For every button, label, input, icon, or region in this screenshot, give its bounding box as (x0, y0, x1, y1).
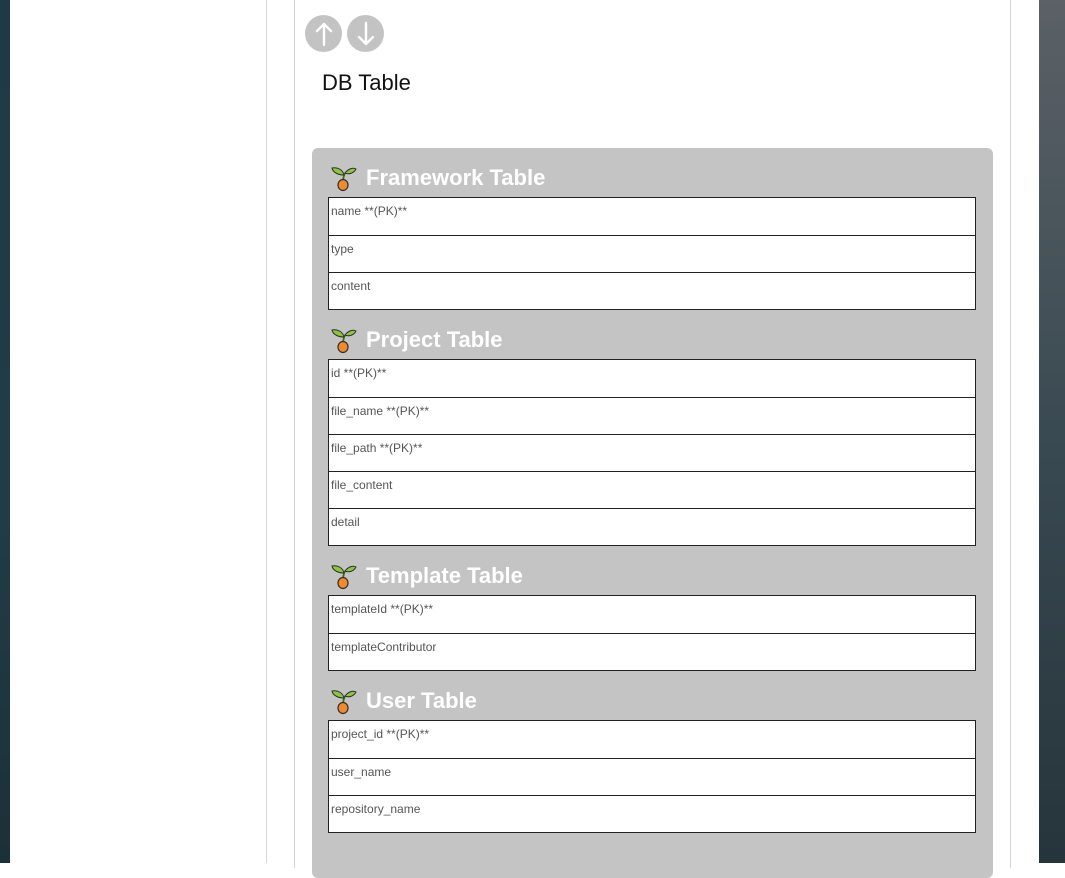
sprout-icon (329, 562, 357, 590)
sprout-icon (329, 687, 357, 715)
field-row[interactable]: name **(PK)** (329, 198, 975, 235)
arrow-up-icon (315, 22, 332, 46)
field-row[interactable]: type (329, 235, 975, 272)
table-header: Template Table (329, 560, 977, 592)
db-table-user-table: User Table project_id **(PK)** user_name re… (328, 685, 977, 833)
sprout-icon (329, 164, 357, 192)
table-header: Framework Table (329, 162, 977, 194)
field-list: id **(PK)** file_name **(PK)** file_path *… (328, 359, 976, 546)
field-list: name **(PK)** type content (328, 197, 976, 310)
sidebar (10, 0, 267, 863)
db-table-project-table: Project Table id **(PK)** file_name **(PK)… (328, 324, 977, 546)
field-row[interactable]: file_path **(PK)** (329, 434, 975, 471)
field-row[interactable]: user_name (329, 758, 975, 795)
field-list: project_id **(PK)** user_name repository_n… (328, 720, 976, 833)
table-header: Project Table (329, 324, 977, 356)
sprout-icon (329, 326, 357, 354)
field-row[interactable]: content (329, 272, 975, 309)
field-row[interactable]: templateId **(PK)** (329, 596, 975, 633)
move-up-button[interactable] (305, 15, 342, 52)
db-table-framework-table: Framework Table name **(PK)** type content (328, 162, 977, 310)
field-row[interactable]: repository_name (329, 795, 975, 832)
window-right-edge (1039, 0, 1065, 863)
db-tables-panel: Framework Table name **(PK)** type content P… (312, 148, 993, 878)
field-list: templateId **(PK)** templateContributor (328, 595, 976, 671)
table-title: User Table (366, 688, 477, 713)
db-table-template-table: Template Table templateId **(PK)** templat… (328, 560, 977, 671)
move-down-button[interactable] (347, 15, 384, 52)
table-title: Template Table (366, 563, 523, 588)
arrow-down-icon (357, 21, 374, 45)
field-row[interactable]: project_id **(PK)** (329, 721, 975, 758)
field-row[interactable]: detail (329, 508, 975, 545)
table-header: User Table (329, 685, 977, 717)
field-row[interactable]: file_content (329, 471, 975, 508)
table-title: Framework Table (366, 165, 546, 190)
content-card: DB Table Framework Table name **(PK)** typ… (294, 0, 1011, 878)
window-left-edge (0, 0, 10, 863)
field-row[interactable]: file_name **(PK)** (329, 397, 975, 434)
main-content: DB Table Framework Table name **(PK)** typ… (267, 0, 1039, 878)
field-row[interactable]: id **(PK)** (329, 360, 975, 397)
page-title: DB Table (322, 70, 411, 95)
table-title: Project Table (366, 327, 503, 352)
field-row[interactable]: templateContributor (329, 633, 975, 670)
